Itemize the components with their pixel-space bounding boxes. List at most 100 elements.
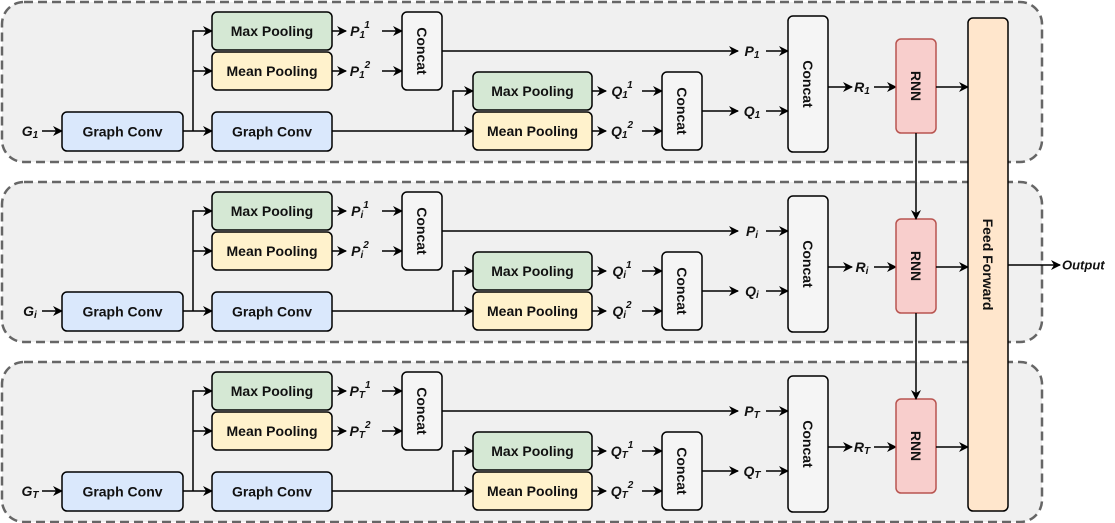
graph-conv-2-label: Graph Conv [232, 484, 312, 500]
graph-conv-2-label: Graph Conv [232, 124, 312, 140]
max-pooling-2: Max Pooling [472, 431, 593, 471]
graph-conv-2-label: Graph Conv [232, 304, 312, 320]
q-label-subscript: T [754, 470, 761, 481]
concat-1-label: Concat [414, 27, 430, 75]
p-sup2-label-subscript: i [361, 250, 364, 261]
mean-pooling-1: Mean Pooling [211, 411, 333, 451]
max-pooling-1: Max Pooling [211, 371, 333, 411]
mean-pooling-1-label: Mean Pooling [227, 423, 318, 439]
graph-conv-1: Graph Conv [61, 471, 184, 512]
input-graph-label-base: G [22, 123, 33, 139]
q-sup2-label-subscript: T [622, 490, 629, 501]
p-label-subscript: 1 [754, 50, 760, 61]
output-label: Output [1062, 258, 1105, 273]
graph-conv-1-label: Graph Conv [82, 484, 162, 500]
max-pooling-2-label: Max Pooling [491, 263, 573, 279]
mean-pooling-1-label: Mean Pooling [227, 243, 318, 259]
max-pooling-2-label: Max Pooling [491, 443, 573, 459]
max-pooling-2-label: Max Pooling [491, 83, 573, 99]
mean-pooling-2-label: Mean Pooling [487, 303, 578, 319]
mean-pooling-1-label: Mean Pooling [227, 63, 318, 79]
concat-1: Concat [401, 11, 443, 91]
p-sup1-label-superscript: 1 [364, 20, 370, 31]
rnn: RNN [895, 38, 937, 134]
mean-pooling-2: Mean Pooling [472, 291, 593, 331]
q-sup1-label-subscript: i [623, 270, 626, 281]
q-sup1-label-base: Q [611, 443, 622, 459]
q-sup2-label-base: Q [611, 483, 622, 499]
q-label-base: Q [744, 463, 755, 479]
rnn: RNN [895, 218, 937, 314]
p-sup2-label-superscript: 2 [364, 60, 371, 71]
graph-conv-1-label: Graph Conv [82, 124, 162, 140]
input-graph-label-base: G [23, 303, 34, 319]
mean-pooling-1: Mean Pooling [211, 51, 333, 91]
r-label-subscript: i [866, 266, 869, 277]
q-sup2-label-subscript: 1 [622, 130, 628, 141]
concat-1-label: Concat [414, 207, 430, 255]
max-pooling-1-label: Max Pooling [231, 383, 313, 399]
concat-2: Concat [661, 251, 703, 331]
max-pooling-1: Max Pooling [211, 191, 333, 231]
max-pooling-1-label: Max Pooling [231, 203, 313, 219]
p-sup1-label-subscript: i [361, 210, 364, 221]
concat-1: Concat [401, 191, 443, 271]
concat-1-label: Concat [414, 387, 430, 435]
concat-1: Concat [401, 371, 443, 451]
p-sup2-label-subscript: 1 [359, 70, 365, 81]
q-label-base: Q [745, 283, 756, 299]
q-sup1-label-base: Q [611, 83, 622, 99]
q-label-base: Q [744, 103, 755, 119]
q-sup2-label-base: Q [611, 123, 622, 139]
concat-3: Concat [787, 375, 829, 513]
rnn-label: RNN [908, 251, 924, 281]
max-pooling-1-label: Max Pooling [231, 23, 313, 39]
timestep-panel-1: G 1 Graph Conv Max Pooling Mean Pooling Graph… [0, 0, 1044, 164]
concat-2: Concat [661, 431, 703, 511]
p-sup2-label-superscript: 2 [364, 420, 371, 431]
q-sup2-label-base: Q [612, 303, 623, 319]
rnn: RNN [895, 398, 937, 494]
q-sup2-label-superscript: 2 [625, 300, 632, 311]
rnn-label: RNN [908, 71, 924, 101]
concat-3: Concat [787, 15, 829, 153]
input-graph-label-base: G [22, 483, 33, 499]
concat-2-label: Concat [674, 447, 690, 495]
graph-conv-1: Graph Conv [61, 291, 184, 332]
q-label-subscript: 1 [755, 110, 761, 121]
graph-conv-1: Graph Conv [61, 111, 184, 152]
input-graph-label-subscript: T [32, 490, 39, 501]
concat-3-label: Concat [800, 60, 816, 108]
r-label-subscript: 1 [864, 86, 870, 97]
graph-conv-2: Graph Conv [211, 291, 333, 332]
max-pooling-2: Max Pooling [472, 71, 593, 111]
graph-conv-2: Graph Conv [211, 471, 333, 512]
q-sup1-label-superscript: 1 [626, 260, 632, 271]
mean-pooling-2: Mean Pooling [472, 471, 593, 511]
max-pooling-1: Max Pooling [211, 11, 333, 51]
graph-conv-2: Graph Conv [211, 111, 333, 152]
q-sup1-label-superscript: 1 [627, 80, 633, 91]
q-sup1-label-subscript: T [622, 450, 629, 461]
q-sup2-label-subscript: i [623, 310, 626, 321]
feed-forward: Feed Forward [967, 17, 1009, 512]
concat-2-label: Concat [674, 267, 690, 315]
q-sup2-label-superscript: 2 [626, 120, 633, 131]
concat-3-label: Concat [800, 420, 816, 468]
mean-pooling-1: Mean Pooling [211, 231, 333, 271]
gnn-rnn-architecture-diagram: G 1 Graph Conv Max Pooling Mean Pooling Graph… [0, 0, 1105, 523]
concat-3-label: Concat [800, 240, 816, 288]
q-label-subscript: i [756, 290, 759, 301]
rnn-label: RNN [908, 431, 924, 461]
p-label-subscript: i [755, 230, 758, 241]
p-label-subscript: T [754, 410, 761, 421]
q-sup1-label-base: Q [612, 263, 623, 279]
timestep-panel-2: Gi Graph Conv Max Pooling Mean Pooling Graph… [0, 180, 1044, 344]
mean-pooling-2-label: Mean Pooling [487, 123, 578, 139]
concat-3: Concat [787, 195, 829, 333]
mean-pooling-2-label: Mean Pooling [487, 483, 578, 499]
p-sup1-label-superscript: 1 [363, 200, 369, 211]
r-label-subscript: T [864, 446, 871, 457]
max-pooling-2: Max Pooling [472, 251, 593, 291]
concat-2-label: Concat [674, 87, 690, 135]
